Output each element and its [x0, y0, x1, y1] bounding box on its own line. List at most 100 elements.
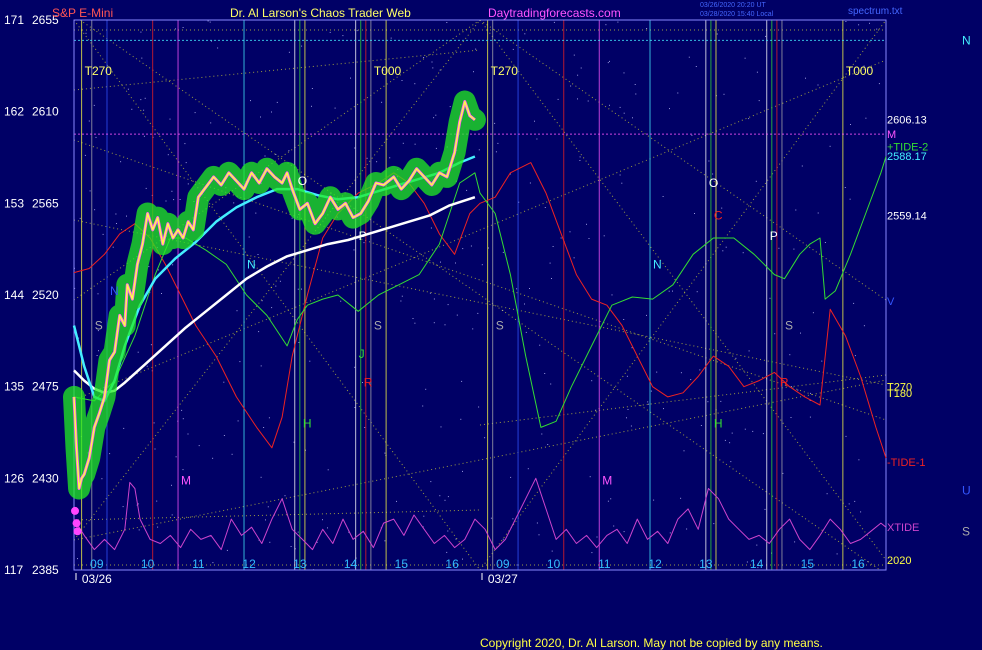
star-dot: [340, 300, 342, 302]
star-dot: [609, 60, 610, 62]
star-dot: [547, 444, 549, 445]
star-dot: [102, 233, 104, 235]
chart-background: [0, 0, 982, 650]
star-dot: [145, 187, 147, 189]
star-dot: [860, 511, 862, 513]
star-dot: [77, 558, 78, 560]
star-dot: [544, 373, 546, 374]
price-dot: [72, 519, 81, 528]
star-dot: [805, 77, 806, 79]
star-dot: [696, 291, 698, 293]
star-dot: [172, 264, 174, 266]
star-dot: [735, 357, 737, 359]
star-dot: [131, 108, 133, 110]
star-dot: [477, 312, 479, 314]
planet-marker: H: [714, 416, 723, 430]
top-marker: T000: [846, 64, 874, 78]
y-tick-left: 162: [4, 105, 24, 119]
star-dot: [140, 31, 142, 33]
star-dot: [607, 500, 609, 502]
star-dot: [430, 481, 432, 483]
star-dot: [557, 98, 559, 100]
y-tick-left: 171: [4, 13, 24, 27]
star-dot: [569, 231, 571, 233]
star-dot: [401, 80, 403, 81]
star-dot: [695, 66, 697, 67]
star-dot: [524, 33, 526, 35]
star-dot: [446, 551, 448, 553]
price-dot: [71, 506, 80, 515]
star-dot: [175, 28, 176, 30]
star-dot: [223, 435, 225, 436]
star-dot: [97, 293, 99, 295]
star-dot: [237, 420, 239, 422]
star-dot: [758, 100, 760, 102]
star-dot: [623, 531, 625, 533]
star-dot: [165, 200, 167, 202]
right-level-label: XTIDE: [887, 522, 919, 534]
star-dot: [853, 302, 855, 304]
star-dot: [267, 506, 269, 508]
star-dot: [791, 386, 792, 388]
star-dot: [812, 312, 814, 314]
star-dot: [774, 333, 776, 335]
star-dot: [605, 24, 607, 26]
right-level-label: 2559.14: [887, 210, 927, 222]
star-dot: [845, 435, 847, 437]
star-dot: [688, 56, 690, 58]
star-dot: [534, 120, 535, 122]
planet-marker: S: [785, 319, 793, 333]
star-dot: [826, 493, 828, 495]
star-dot: [187, 183, 189, 185]
star-dot: [268, 417, 270, 419]
star-dot: [447, 304, 449, 306]
star-dot: [182, 418, 184, 420]
star-dot: [275, 285, 277, 287]
star-dot: [700, 425, 702, 426]
star-dot: [577, 74, 579, 76]
star-dot: [755, 180, 757, 182]
star-dot: [123, 427, 125, 429]
star-dot: [455, 262, 456, 264]
planet-marker: J: [359, 347, 365, 361]
website-link[interactable]: Daytradingforecasts.com: [488, 6, 621, 20]
planet-marker: S: [374, 319, 382, 333]
star-dot: [414, 322, 416, 324]
star-dot: [516, 564, 518, 566]
star-dot: [580, 67, 582, 69]
planet-marker: M: [602, 473, 612, 487]
star-dot: [144, 97, 146, 99]
right-level-label: +TIDE-2: [887, 141, 928, 153]
star-dot: [444, 324, 446, 326]
star-dot: [744, 428, 746, 430]
star-dot: [669, 108, 670, 110]
star-dot: [84, 154, 86, 156]
star-dot: [447, 496, 449, 498]
planet-marker: R: [364, 376, 373, 390]
star-dot: [544, 207, 546, 208]
star-dot: [494, 122, 496, 124]
star-dot: [260, 116, 261, 118]
star-dot: [449, 106, 451, 108]
star-dot: [140, 99, 142, 101]
star-dot: [141, 57, 143, 59]
right-level-label: M: [887, 129, 896, 141]
top-marker: T270: [85, 64, 113, 78]
star-dot: [729, 442, 731, 444]
star-dot: [194, 112, 196, 114]
star-dot: [744, 57, 746, 59]
star-dot: [432, 67, 434, 69]
star-dot: [865, 117, 867, 119]
star-dot: [626, 417, 627, 419]
star-dot: [742, 252, 744, 254]
star-dot: [829, 145, 831, 147]
star-dot: [439, 495, 441, 497]
star-dot: [462, 248, 464, 250]
star-dot: [858, 459, 860, 461]
star-dot: [553, 21, 555, 23]
planet-marker: N: [653, 258, 662, 272]
star-dot: [290, 546, 292, 547]
star-dot: [423, 57, 425, 58]
planet-marker: N: [247, 258, 256, 272]
star-dot: [634, 84, 636, 85]
